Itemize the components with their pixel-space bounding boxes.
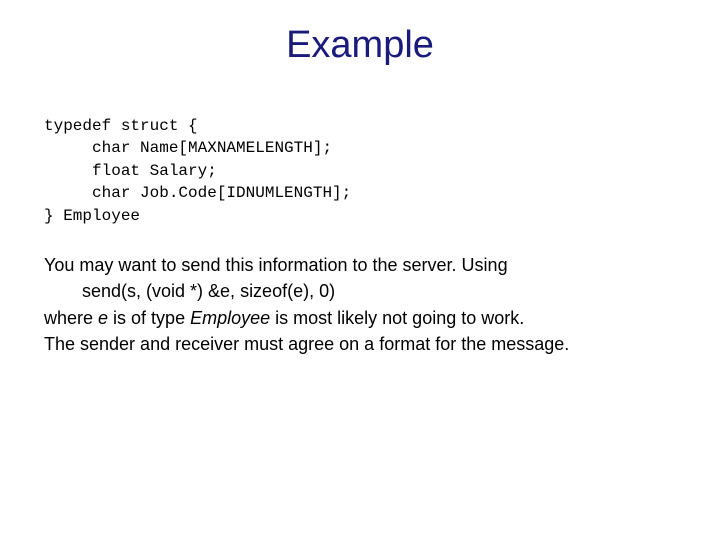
code-block: typedef struct { char Name[MAXNAMELENGTH… xyxy=(44,115,676,227)
slide-title: Example xyxy=(44,24,676,67)
code-line-2: char Name[MAXNAMELENGTH]; xyxy=(44,139,332,157)
code-line-5: } Employee xyxy=(44,207,140,225)
paragraph-1: You may want to send this information to… xyxy=(44,253,676,277)
p2-part-e: is most likely not going to work. xyxy=(270,308,524,328)
paragraph-3: The sender and receiver must agree on a … xyxy=(44,332,676,356)
send-call-line: send(s, (void *) &e, sizeof(e), 0) xyxy=(44,279,676,303)
code-line-1: typedef struct { xyxy=(44,117,198,135)
body-text: You may want to send this information to… xyxy=(44,253,676,356)
p2-var-e: e xyxy=(98,308,108,328)
slide: Example typedef struct { char Name[MAXNA… xyxy=(0,0,720,540)
p3-line-2: message. xyxy=(491,334,569,354)
p2-part-a: where xyxy=(44,308,98,328)
p2-part-c: is of type xyxy=(108,308,190,328)
p3-line-1: The sender and receiver must agree on a … xyxy=(44,334,486,354)
code-line-4: char Job.Code[IDNUMLENGTH]; xyxy=(44,184,351,202)
p2-type-employee: Employee xyxy=(190,308,270,328)
paragraph-2: where e is of type Employee is most like… xyxy=(44,306,676,330)
code-line-3: float Salary; xyxy=(44,162,217,180)
